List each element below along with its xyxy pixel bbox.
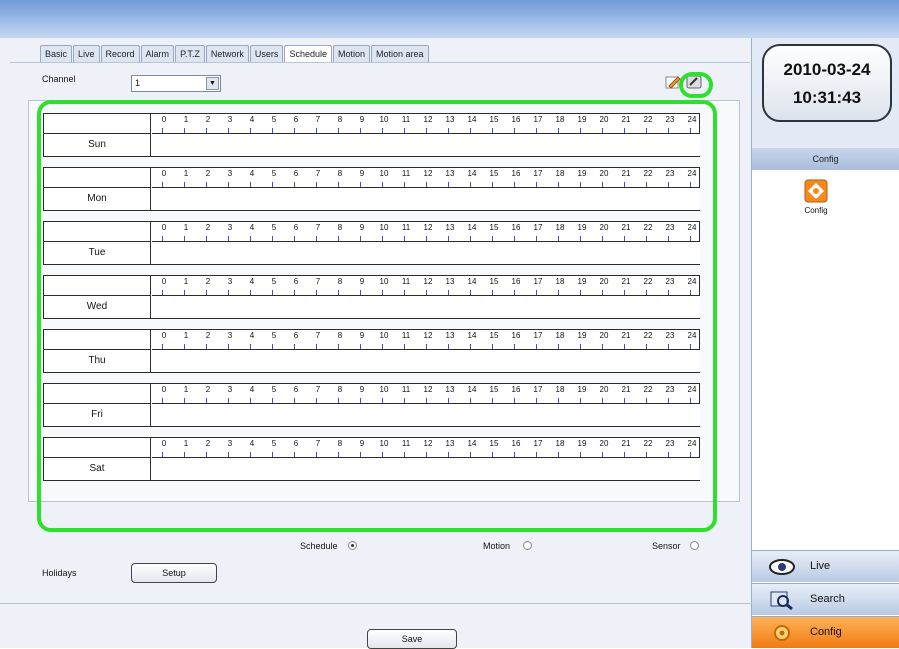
tab-strip: Basic Live Record Alarm P.T.Z Network Us… — [40, 45, 430, 63]
title-bar — [0, 0, 899, 38]
holidays-setup-button[interactable]: Setup — [131, 563, 217, 583]
nav-config[interactable]: Config — [752, 616, 899, 648]
chevron-down-icon[interactable]: ▼ — [206, 77, 219, 90]
save-button[interactable]: Save — [367, 629, 457, 649]
mode-schedule-label: Schedule — [300, 541, 338, 551]
clock-date: 2010-03-24 — [783, 60, 871, 79]
gear-icon — [774, 625, 790, 641]
nav-live[interactable]: Live — [752, 550, 899, 582]
channel-value: 1 — [135, 78, 141, 88]
mode-motion-radio[interactable] — [523, 541, 532, 550]
tab-users[interactable]: Users — [249, 45, 284, 62]
mode-schedule-radio[interactable] — [348, 541, 357, 550]
tab-basic[interactable]: Basic — [40, 45, 73, 62]
search-icon — [770, 591, 793, 611]
nav-config-label: Config — [810, 626, 842, 638]
main-panel: Basic Live Record Alarm P.T.Z Network Us… — [0, 38, 752, 649]
tab-network[interactable]: Network — [205, 45, 249, 62]
tab-motion[interactable]: Motion — [332, 45, 370, 62]
channel-select[interactable]: 1 ▼ — [131, 75, 221, 92]
tab-motion-area[interactable]: Motion area — [370, 45, 429, 62]
mode-motion-label: Motion — [483, 541, 511, 551]
config-icon[interactable] — [804, 179, 828, 203]
clock-area: 2010-03-24 10:31:43 — [752, 38, 899, 148]
footer-divider — [0, 603, 752, 604]
tab-divider — [10, 62, 750, 63]
eye-icon — [769, 559, 795, 575]
mode-sensor-label: Sensor — [652, 541, 681, 551]
channel-label: Channel — [42, 74, 76, 84]
nav-live-label: Live — [810, 560, 831, 572]
clock-time: 10:31:43 — [792, 88, 862, 107]
tab-live[interactable]: Live — [73, 45, 100, 62]
tab-alarm[interactable]: Alarm — [140, 45, 175, 62]
holidays-label: Holidays — [42, 568, 77, 578]
config-icon-label[interactable]: Config — [792, 206, 840, 215]
side-panel: 2010-03-24 10:31:43 Config Config Live S… — [752, 38, 899, 648]
side-header: Config — [752, 148, 899, 170]
highlight-ring-grid — [37, 100, 717, 532]
clock-display: 2010-03-24 10:31:43 — [762, 44, 892, 122]
tab-ptz[interactable]: P.T.Z — [175, 45, 205, 62]
nav-search-label: Search — [810, 593, 845, 605]
tab-schedule[interactable]: Schedule — [284, 45, 332, 63]
tab-record[interactable]: Record — [100, 45, 140, 62]
highlight-ring-icon — [679, 72, 713, 98]
nav-search[interactable]: Search — [752, 583, 899, 615]
mode-sensor-radio[interactable] — [690, 541, 699, 550]
